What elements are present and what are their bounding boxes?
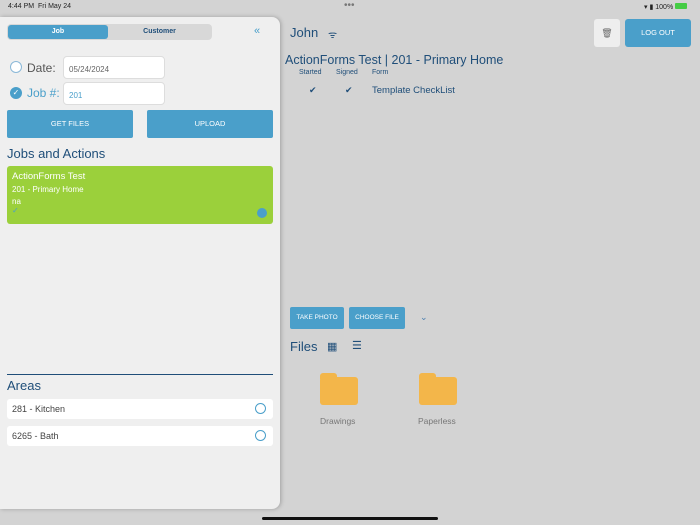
upload-button[interactable]: UPLOAD [147,110,273,138]
date-label: Date: [27,61,56,75]
files-heading: Files [290,339,318,354]
job-card-subtitle: 201 - Primary Home [12,185,84,194]
status-dot[interactable] [257,208,267,218]
area-radio[interactable] [255,430,266,441]
multitask-dots[interactable]: ••• [344,0,355,11]
area-item[interactable]: 6265 - Bath [7,426,273,446]
date-input[interactable]: 05/24/2024 [63,56,165,79]
job-input[interactable]: 201 [63,82,165,105]
wifi-icon: ᯤ [328,30,338,41]
home-indicator[interactable] [262,517,438,520]
expand-chevron-icon[interactable]: ⌄ [420,312,428,323]
area-label: 281 - Kitchen [12,404,66,414]
areas-heading: Areas [7,378,41,393]
choose-file-button[interactable]: CHOOSE FILE [349,307,405,329]
collapse-chevron-icon[interactable]: « [254,25,260,37]
user-name: John [290,25,319,40]
status-battery: ▾ ▮ 100% [644,3,688,11]
trash-button[interactable]: 🗑 [594,19,620,47]
started-check-icon: ✔ [309,85,317,95]
folder-icon[interactable] [320,373,358,405]
folder-icon[interactable] [419,373,457,405]
job-card[interactable]: ActionForms Test 201 - Primary Home na ✓ [7,166,273,224]
form-link[interactable]: Template CheckList [372,85,455,96]
area-item[interactable]: 281 - Kitchen [7,399,273,419]
tab-job[interactable]: Job [8,25,108,39]
job-card-title: ActionForms Test [12,171,86,182]
job-label: Job #: [27,86,60,100]
sidebar-panel: Job Customer « Date: 05/24/2024 ✓ Job #:… [0,17,280,509]
status-time: 4:44 PM Fri May 24 [8,3,72,10]
date-radio[interactable] [10,61,22,73]
area-radio[interactable] [255,403,266,414]
col-form: Form [372,69,389,76]
check-icon: ✓ [12,206,19,215]
signed-check-icon: ✔ [345,85,353,95]
col-signed: Signed [336,69,358,76]
job-card-note: na [12,197,21,206]
list-view-icon[interactable]: ☰ [352,339,362,352]
trash-icon: 🗑 [601,28,613,38]
logout-button[interactable]: LOG OUT [625,19,691,47]
area-label: 6265 - Bath [12,431,59,441]
col-started: Started [299,69,322,76]
job-title: ActionForms Test | 201 - Primary Home [285,53,504,67]
grid-view-icon[interactable]: ▦ [327,340,337,353]
get-files-button[interactable]: GET FILES [7,110,133,138]
divider [7,374,273,375]
folder-label[interactable]: Paperless [418,416,456,426]
jobs-heading: Jobs and Actions [7,146,106,161]
segmented-control: Job Customer [7,24,212,40]
job-radio[interactable]: ✓ [10,87,22,99]
tab-customer[interactable]: Customer [108,25,211,39]
take-photo-button[interactable]: TAKE PHOTO [290,307,344,329]
folder-label[interactable]: Drawings [320,416,355,426]
